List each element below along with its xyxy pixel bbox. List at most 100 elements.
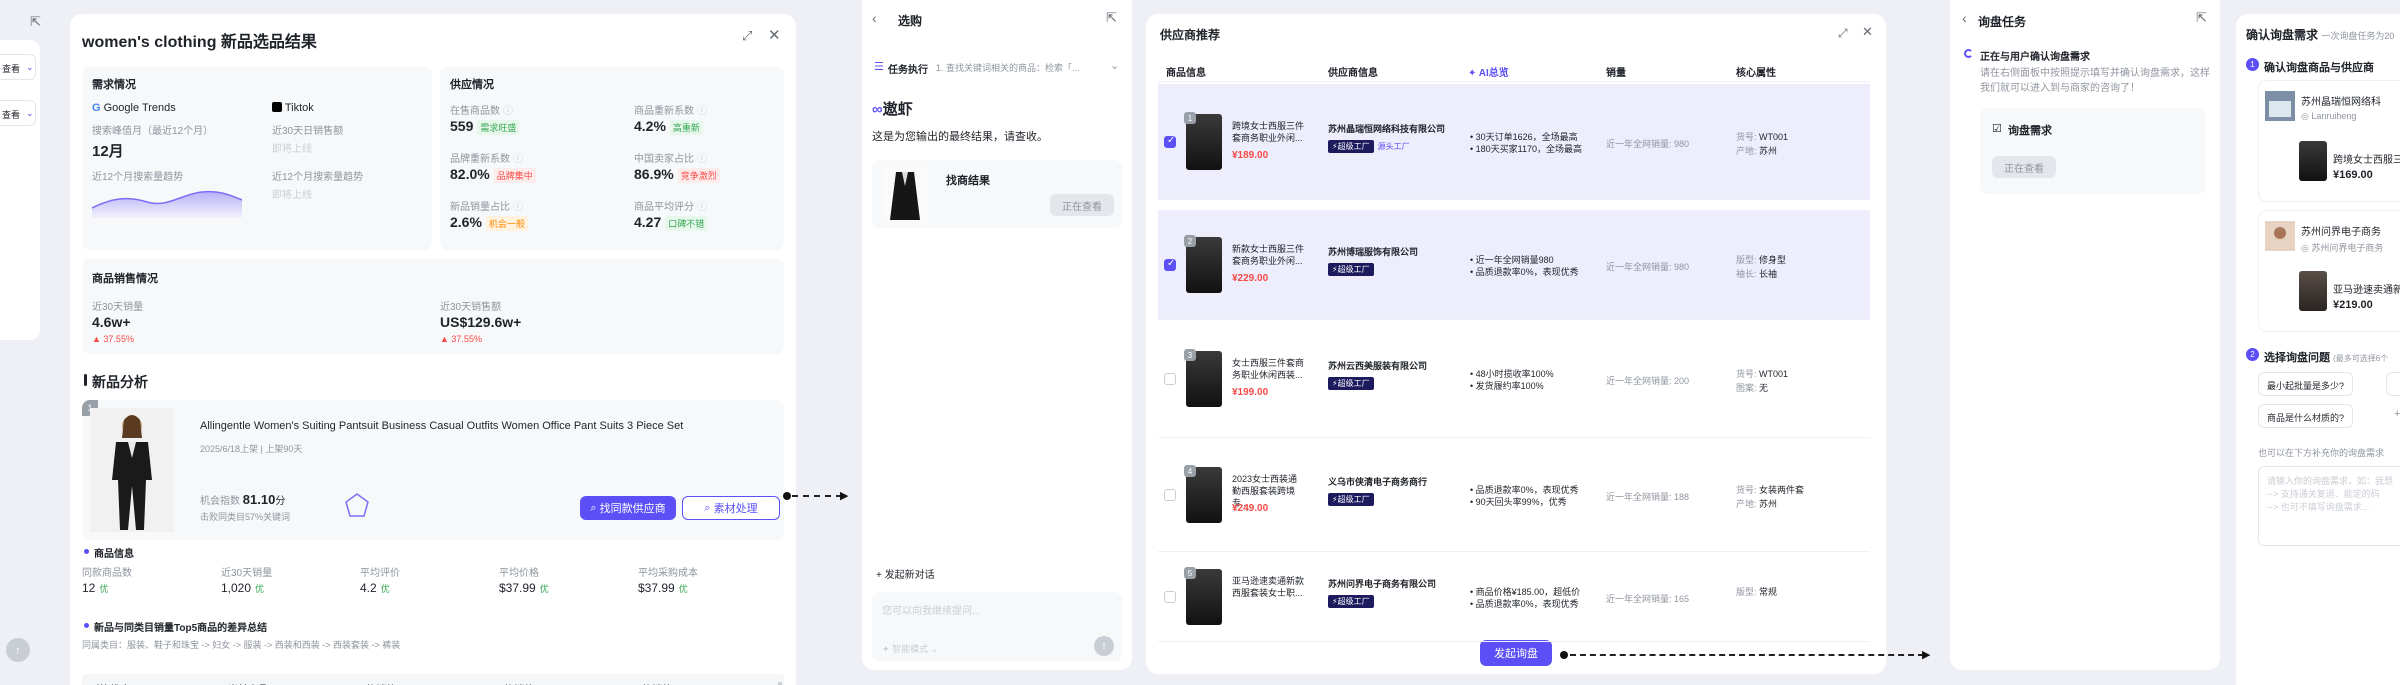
chat-input[interactable]: 您可以向我继续提问... bbox=[882, 602, 980, 617]
share-icon[interactable]: ⇱ bbox=[2196, 10, 2207, 26]
connector-line bbox=[792, 495, 842, 497]
supply-value: 559 需求旺盛 bbox=[450, 118, 520, 135]
question-chip-partial[interactable] bbox=[2386, 372, 2400, 396]
edge-label: 查看 bbox=[2, 110, 21, 120]
score-label-text: 机会指数 bbox=[200, 496, 240, 507]
radar-icon bbox=[345, 493, 369, 517]
send-button[interactable]: ↑ bbox=[1094, 636, 1114, 656]
product-meta: 2025/6/18上架 | 上架90天 bbox=[200, 444, 303, 454]
brand-name: 遨虾 bbox=[882, 101, 913, 118]
product-name: 亚马逊速卖通新款 bbox=[2333, 285, 2400, 296]
row-checkbox[interactable] bbox=[1164, 489, 1176, 501]
supplier-name[interactable]: 苏州晶瑞恒网络科技有限公司 bbox=[1328, 122, 1445, 135]
connector-arrow: ▶ bbox=[840, 490, 849, 502]
supplier-card[interactable]: 苏州问界电子商务 ◎ 苏州问界电子商务 亚马逊速卖通新款 ¥219.00 bbox=[2258, 210, 2400, 332]
check-icon: ✓ bbox=[1167, 135, 1176, 146]
core-attribute: 货号: WT001 bbox=[1736, 130, 1788, 143]
row-checkbox[interactable]: ✓ bbox=[1164, 135, 1176, 148]
edge-item[interactable]: 查看 ⌄ bbox=[0, 54, 36, 80]
product-name[interactable]: 跨境女士西服三件套商务职业外闲... bbox=[1232, 120, 1306, 144]
row-checkbox[interactable] bbox=[1164, 591, 1176, 603]
google-name: Google Trends bbox=[103, 102, 176, 114]
supplier-row[interactable]: 4 2023女士西装通勤西服套装跨境专... ¥249.00 义乌市侠清电子商务商行 ⚡… bbox=[1158, 438, 1870, 552]
product-info-value: 4.2 优 bbox=[360, 581, 390, 595]
close-icon[interactable]: ✕ bbox=[768, 26, 781, 44]
diff-heading: 新品与同类目销量Top5商品的差异总结 bbox=[94, 623, 268, 634]
left-scroll-button[interactable]: ↑ bbox=[6, 638, 30, 662]
shop-thumbnail bbox=[2265, 221, 2295, 251]
product-name[interactable]: 亚马逊速卖通新款西服套装女士职... bbox=[1232, 575, 1306, 599]
attribute-value: 苏州 bbox=[1759, 146, 1778, 156]
user-icon: ◎ bbox=[2301, 111, 2309, 121]
supplier-panel: 供应商推荐 ⤢ ✕ 发起询盘 商品信息 供应商信息 ✦ AI总览 销量 核心属性 ✓ 1 跨境… bbox=[1146, 14, 1886, 674]
supplier-column-header[interactable]: ✦ AI总览 bbox=[1468, 64, 1509, 79]
confirm-inquiry-panel: 确认询盘需求 一次询盘任务为20 1 确认询盘商品与供应商 苏州晶瑞恒网络科 ◎… bbox=[2236, 14, 2400, 685]
result-card[interactable]: 找商结果 正在查看 bbox=[872, 160, 1122, 228]
tiktok-label-2: 近12个月搜索量趋势 bbox=[272, 172, 364, 183]
chat-input-box[interactable]: 您可以向我继续提问... ✦ 智能模式 ⌄ ↑ bbox=[872, 592, 1122, 662]
product-name[interactable]: 新款女士西服三件套商务职业外闲... bbox=[1232, 243, 1306, 267]
doc-icon: ☑ bbox=[1992, 123, 2002, 135]
material-button[interactable]: ⌕ 素材处理 bbox=[682, 496, 780, 520]
supplier-card[interactable]: 苏州晶瑞恒网络科 ◎ Lanruiheng 跨境女士西服三件 ¥169.00 bbox=[2258, 80, 2400, 202]
ai-overview-item: • 品质退款率0%，表现优秀 bbox=[1470, 599, 1579, 609]
supplier-name[interactable]: 苏州问界电子商务有限公司 bbox=[1328, 577, 1436, 590]
product-price: ¥249.00 bbox=[1232, 503, 1269, 514]
task-label: 任务执行 bbox=[888, 65, 928, 76]
attribute-key: 货号: bbox=[1736, 132, 1760, 142]
inquiry-card[interactable]: ☑ 询盘需求 正在查看 bbox=[1980, 108, 2206, 194]
core-attribute: 货号: WT001 bbox=[1736, 367, 1788, 380]
sales-heading: 商品销售情况 bbox=[92, 273, 158, 285]
supply-value: 2.6% 机会一般 bbox=[450, 214, 528, 231]
supplier-row[interactable]: ✓ 2 新款女士西服三件套商务职业外闲... ¥229.00 苏州博瑞服饰有限公司 ⚡超级… bbox=[1158, 210, 1870, 320]
mode-selector[interactable]: ✦ 智能模式 ⌄ bbox=[882, 642, 938, 655]
view-inquiry-button[interactable]: 正在查看 bbox=[1992, 156, 2056, 178]
product-image[interactable] bbox=[90, 408, 174, 532]
supplier-name[interactable]: 苏州云西美服装有限公司 bbox=[1328, 359, 1427, 372]
score-value: 81.10 bbox=[242, 492, 276, 507]
supplier-row[interactable]: ✓ 1 跨境女士西服三件套商务职业外闲... ¥189.00 苏州晶瑞恒网络科技有限公司… bbox=[1158, 84, 1870, 200]
product-price: ¥199.00 bbox=[1232, 387, 1269, 398]
attribute-value: 苏州 bbox=[1759, 499, 1778, 509]
row-checkbox[interactable] bbox=[1164, 373, 1176, 385]
bullet-dot bbox=[84, 549, 89, 554]
attribute-key: 货号: bbox=[1736, 485, 1760, 495]
trend-sparkline bbox=[92, 190, 242, 218]
product-title[interactable]: Allingentle Women's Suiting Pantsuit Bus… bbox=[200, 420, 683, 432]
task-bar[interactable]: ☰ 任务执行 1. 查找关键词相关的商品：检索「... ⌄ bbox=[872, 56, 1122, 78]
expand-icon[interactable]: ⤢ bbox=[742, 28, 752, 44]
supply-tag: 需求旺盛 bbox=[477, 120, 520, 135]
info-icon: ⓘ bbox=[503, 106, 513, 117]
submit-inquiry-button[interactable]: 发起询盘 bbox=[1480, 640, 1552, 666]
rating-tag: 优 bbox=[99, 584, 109, 594]
view-result-button[interactable]: 正在查看 bbox=[1050, 194, 1114, 216]
find-supplier-button[interactable]: ⌕ 找同款供应商 bbox=[580, 496, 676, 520]
edge-item[interactable]: 查看 ⌄ bbox=[0, 100, 36, 126]
info-icon: ⓘ bbox=[697, 106, 707, 117]
google-icon: G bbox=[92, 102, 101, 114]
supplier-row[interactable]: 3 女士西服三件套商务职业休闲西装... ¥199.00 苏州云西美服装有限公司 ⚡超级… bbox=[1158, 320, 1870, 438]
back-icon[interactable]: ‹ bbox=[872, 10, 877, 26]
top-left-expand-icon[interactable]: ⇱ bbox=[30, 14, 41, 30]
question-chip[interactable]: 最小起批量是多少? bbox=[2258, 372, 2354, 396]
row-checkbox[interactable]: ✓ bbox=[1164, 258, 1176, 271]
supply-value: 82.0% 品牌集中 bbox=[450, 166, 536, 183]
loading-spinner-icon bbox=[1964, 49, 1973, 58]
product-thumbnail bbox=[2299, 141, 2327, 181]
question-chip[interactable]: 商品是什么材质的? bbox=[2258, 404, 2354, 428]
core-attribute: 版型: 修身型 bbox=[1736, 253, 1786, 266]
expand-icon[interactable]: ⤢ bbox=[1838, 26, 1848, 41]
product-name[interactable]: 女士西服三件套商务职业休闲西装... bbox=[1232, 357, 1306, 381]
supplier-name[interactable]: 苏州博瑞服饰有限公司 bbox=[1328, 245, 1418, 258]
new-chat-button[interactable]: + 发起新对话 bbox=[876, 566, 935, 581]
supplier-name[interactable]: 义乌市侠清电子商务商行 bbox=[1328, 475, 1427, 488]
result-title: 找商结果 bbox=[946, 175, 990, 187]
inquiry-textarea[interactable]: 请输入你的询盘需求，如：我想 --> 支持通关复退、能定的码 --> 也可不填写… bbox=[2258, 466, 2400, 546]
add-question-icon[interactable]: + bbox=[2394, 408, 2400, 420]
close-icon[interactable]: ✕ bbox=[1862, 24, 1873, 40]
supplier-row[interactable]: 5 亚马逊速卖通新款西服套装女士职... 苏州问界电子商务有限公司 ⚡超级工厂 • 商品… bbox=[1158, 552, 1870, 642]
step2-note: (最多可选择6个 bbox=[2333, 354, 2389, 363]
tiktok-value-2: 即将上线 bbox=[272, 190, 312, 201]
back-icon[interactable]: ‹ bbox=[1962, 10, 1967, 26]
share-icon[interactable]: ⇱ bbox=[1106, 10, 1117, 26]
